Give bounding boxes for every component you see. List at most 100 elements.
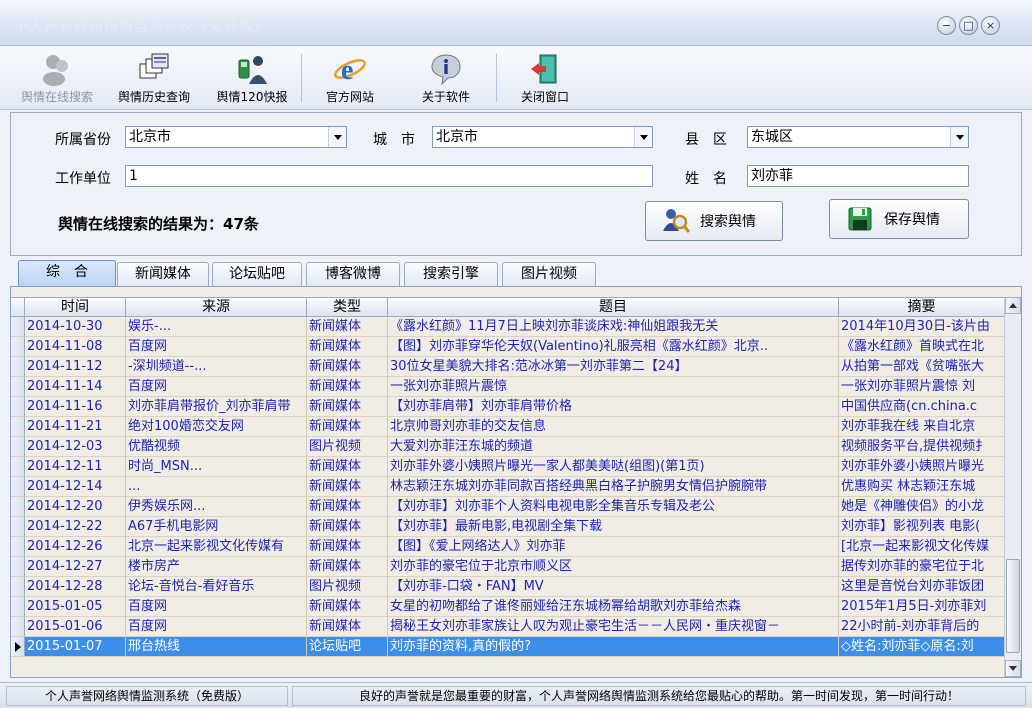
district-select[interactable]: 东城区 [747,126,969,148]
table-row[interactable]: 2014-12-11 时尚_MSN... 新闻媒体 刘亦菲外婆小姨照片曝光一家人都美美… [11,457,1005,477]
row-indicator[interactable] [11,357,25,377]
history-windows-icon [137,52,171,86]
about-button[interactable]: 关于软件 [408,46,484,108]
cell-time: 2014-11-21 [25,417,126,437]
row-indicator[interactable] [11,497,25,517]
cell-source: 娱乐-... [126,317,307,337]
table-row[interactable]: 2014-12-03 优酷视频 图片视频 大爱刘亦菲汪东城的频道 视频服务平台,提供视频… [11,437,1005,457]
city-select[interactable]: 北京市 [432,126,653,148]
cell-time: 2014-12-03 [25,437,126,457]
table-row[interactable]: 2014-11-14 百度网 新闻媒体 一张刘亦菲照片震惊 一张刘亦菲照片震惊 刘 [11,377,1005,397]
cell-summary: [北京一起来影视文化传媒 [839,537,1005,557]
column-header-title[interactable]: 题目 [388,298,839,316]
table-row[interactable]: 2014-11-21 绝对100婚恋交友网 新闻媒体 北京帅哥刘亦菲的交友信息 刘亦菲我… [11,417,1005,437]
cell-title: 北京帅哥刘亦菲的交友信息 [388,417,839,437]
row-indicator[interactable] [11,557,25,577]
row-indicator[interactable] [11,637,25,657]
search-button[interactable]: 搜索舆情 [645,201,783,241]
save-button-label: 保存舆情 [884,212,940,228]
window-controls: − □ × [937,16,1000,35]
chevron-down-icon[interactable] [328,127,346,147]
cell-type: 图片视频 [307,437,388,457]
row-indicator[interactable] [11,457,25,477]
table-row[interactable]: 2014-12-27 楼市房产 新闻媒体 刘亦菲的豪宅位于北京市顺义区 据传刘亦菲的豪宅… [11,557,1005,577]
row-indicator[interactable] [11,537,25,557]
svg-text:e: e [341,55,353,86]
cell-time: 2014-11-14 [25,377,126,397]
history-query-button[interactable]: 舆情历史查询 [112,46,196,108]
cell-source: 优酷视频 [126,437,307,457]
tab-overview[interactable]: 综 合 [18,260,116,287]
cell-summary: 中国供应商(cn.china.c [839,397,1005,417]
cell-time: 2014-12-22 [25,517,126,537]
vertical-scrollbar[interactable] [1004,297,1021,677]
window-title: 个人声誉网络舆情监测系统（免费版） [14,19,269,35]
row-indicator[interactable] [11,577,25,597]
column-header-type[interactable]: 类型 [307,298,388,316]
tab-search-engines[interactable]: 搜索引擎 [404,262,498,286]
row-indicator[interactable] [11,337,25,357]
workunit-input[interactable]: 1 [125,165,653,187]
table-row[interactable]: 2015-01-05 百度网 新闻媒体 女星的初吻都给了谁佟丽娅给汪东城杨幂给胡歌刘亦… [11,597,1005,617]
row-indicator[interactable] [11,417,25,437]
scroll-down-icon[interactable] [1005,660,1021,677]
row-indicator[interactable] [11,477,25,497]
official-site-button[interactable]: e 官方网站 [310,46,390,108]
table-row[interactable]: 2014-10-30 娱乐-... 新闻媒体 《露水红颜》11月7日上映刘亦菲谈床戏:… [11,317,1005,337]
table-row[interactable]: 2014-12-14... 新闻媒体 林志颖汪东城刘亦菲同款百搭经典黑白格子护腕男女… [11,477,1005,497]
province-select[interactable]: 北京市 [125,126,347,148]
table-row[interactable]: 2014-12-22 A67手机电影网 新闻媒体 【刘亦菲】最新电影,电视剧全集下载刘… [11,517,1005,537]
chevron-down-icon[interactable] [634,127,652,147]
column-header-source[interactable]: 来源 [126,298,307,316]
cell-title: 大爱刘亦菲汪东城的频道 [388,437,839,457]
table-row[interactable]: 2014-12-28 论坛-音悦台-看好音乐 图片视频 【刘亦菲-口袋・FAN】MV 这… [11,577,1005,597]
table-row[interactable]: 2014-11-12 -深圳频道--... 新闻媒体 30位女星美貌大排名:范冰冰第一… [11,357,1005,377]
people-icon [40,52,74,86]
name-input[interactable]: 刘亦菲 [747,165,969,187]
column-header-time[interactable]: 时间 [25,298,126,316]
table-row[interactable]: 2015-01-07 邢台热线 论坛贴吧 刘亦菲的资料,真的假的? ◇姓名:刘亦菲◇原名… [11,637,1005,657]
table-row[interactable]: 2014-11-08 百度网 新闻媒体 【图】刘亦菲穿华伦天奴(Valentino)礼… [11,337,1005,357]
cell-type: 新闻媒体 [307,597,388,617]
online-search-button[interactable]: 舆情在线搜索 [14,46,100,108]
tab-images-videos[interactable]: 图片视频 [502,262,596,286]
toolbar: 舆情在线搜索 舆情历史查询 舆情120快报 e 官方网站 关于软件 关闭窗口 [0,46,1032,110]
close-button[interactable]: × [981,16,1000,35]
row-indicator[interactable] [11,397,25,417]
table-row[interactable]: 2014-12-20 伊秀娱乐网... 新闻媒体 【刘亦菲】刘亦菲个人资料电视电影全集… [11,497,1005,517]
tab-news-media[interactable]: 新闻媒体 [117,262,209,286]
minimize-button[interactable]: − [937,16,956,35]
close-window-button[interactable]: 关闭窗口 [506,46,584,108]
quick-report-button[interactable]: 舆情120快报 [210,46,294,108]
tab-blogs[interactable]: 博客微博 [306,262,400,286]
scroll-up-icon[interactable] [1005,297,1021,314]
cell-title: 【刘亦菲】最新电影,电视剧全集下载 [388,517,839,537]
tab-forums[interactable]: 论坛贴吧 [212,262,302,286]
table-row[interactable]: 2015-01-06 百度网 新闻媒体 揭秘王女刘亦菲家族让人叹为观止豪宅生活－－人民… [11,617,1005,637]
cell-source: 时尚_MSN... [126,457,307,477]
row-indicator[interactable] [11,317,25,337]
row-indicator[interactable] [11,617,25,637]
cell-time: 2015-01-06 [25,617,126,637]
row-indicator[interactable] [11,517,25,537]
row-indicator[interactable] [11,377,25,397]
cell-source: 绝对100婚恋交友网 [126,417,307,437]
table-row[interactable]: 2014-12-26 北京一起来影视文化传媒有 新闻媒体 【图】《爱上网络达人》刘亦菲… [11,537,1005,557]
cell-type: 图片视频 [307,577,388,597]
save-button[interactable]: 保存舆情 [829,199,969,239]
cell-time: 2015-01-07 [25,637,126,657]
cell-title: 【图】《爱上网络达人》刘亦菲 [388,537,839,557]
cell-type: 新闻媒体 [307,417,388,437]
cell-time: 2014-11-12 [25,357,126,377]
maximize-button[interactable]: □ [959,16,978,35]
column-header-summary[interactable]: 摘要 [839,298,1005,316]
cell-source: 百度网 [126,617,307,637]
scroll-thumb[interactable] [1006,559,1020,653]
status-bar: 个人声誉网络舆情监测系统（免费版） 良好的声誉就是您最重要的财富，个人声誉网络舆… [0,682,1032,708]
table-row[interactable]: 2014-11-16 刘亦菲肩带报价_刘亦菲肩带 新闻媒体 【刘亦菲肩带】刘亦菲肩带价… [11,397,1005,417]
cell-title: 【刘亦菲】刘亦菲个人资料电视电影全集音乐专辑及老公 [388,497,839,517]
chevron-down-icon[interactable] [950,127,968,147]
row-indicator[interactable] [11,597,25,617]
row-indicator[interactable] [11,437,25,457]
cell-title: 林志颖汪东城刘亦菲同款百搭经典黑白格子护腕男女情侣护腕腕带 [388,477,839,497]
